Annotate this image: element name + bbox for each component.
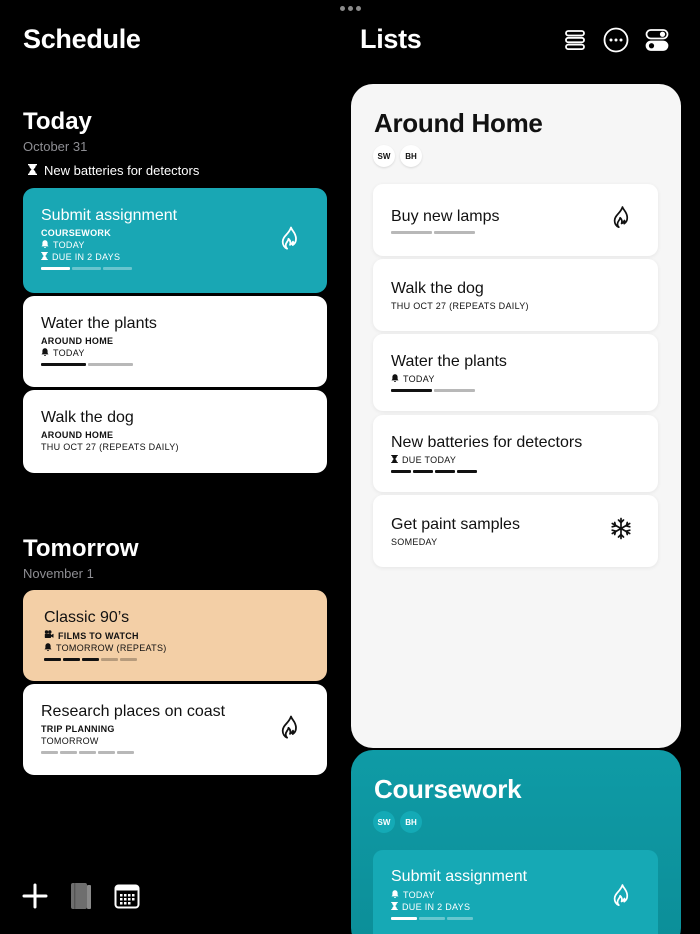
avatar[interactable]: SW	[373, 811, 395, 833]
multitasking-handle[interactable]	[340, 6, 361, 11]
progress-bar	[391, 231, 640, 234]
bell-icon	[391, 374, 399, 384]
schedule-card-research-coast[interactable]: Research places on coast TRIP PLANNING T…	[23, 684, 327, 775]
tomorrow-heading: Tomorrow	[23, 535, 139, 562]
flame-icon	[613, 884, 632, 912]
stack-view-icon[interactable]	[561, 26, 588, 53]
card-reminder: TOMORROW (REPEATS)	[56, 643, 167, 653]
item-title: Water the plants	[391, 353, 507, 370]
card-title: Classic 90’s	[44, 609, 130, 626]
list-item-water-plants[interactable]: Water the plants TODAY	[373, 334, 658, 411]
card-reminder: TODAY	[53, 240, 85, 250]
more-options-icon[interactable]	[602, 26, 629, 53]
item-meta: DUE TODAY	[402, 455, 457, 465]
schedule-card-submit-assignment[interactable]: Submit assignment COURSEWORK TODAY DUE I…	[23, 188, 327, 293]
add-icon[interactable]	[22, 883, 48, 914]
card-list: TRIP PLANNING	[41, 724, 115, 734]
progress-bar	[44, 658, 309, 661]
today-date: October 31	[23, 139, 88, 154]
snowflake-icon	[610, 517, 632, 545]
list-item-walk-dog[interactable]: Walk the dog THU OCT 27 (REPEATS DAILY)	[373, 259, 658, 331]
item-title: Buy new lamps	[391, 208, 500, 225]
book-icon[interactable]	[70, 882, 92, 915]
avatar[interactable]: BH	[400, 145, 422, 167]
tomorrow-date: November 1	[23, 566, 94, 581]
hourglass-icon	[391, 902, 398, 912]
card-list: AROUND HOME	[41, 430, 114, 440]
flame-icon	[281, 226, 301, 255]
card-list: AROUND HOME	[41, 336, 114, 346]
item-reminder: TODAY	[403, 890, 435, 900]
schedule-card-walk-dog[interactable]: Walk the dog AROUND HOME THU OCT 27 (REP…	[23, 390, 327, 473]
item-title: Submit assignment	[391, 868, 528, 885]
schedule-card-water-plants[interactable]: Water the plants AROUND HOME TODAY	[23, 296, 327, 387]
calendar-icon[interactable]	[114, 883, 140, 914]
flame-icon	[613, 206, 632, 234]
card-list: COURSEWORK	[41, 228, 111, 238]
progress-bar	[41, 363, 309, 366]
bell-icon	[41, 240, 49, 250]
list-around-home[interactable]: Around Home SW BH Buy new lamps Walk the…	[351, 84, 681, 748]
list-coursework[interactable]: Coursework SW BH Submit assignment TODAY…	[351, 750, 681, 934]
list-title: Around Home	[374, 108, 543, 138]
list-item-submit-assignment[interactable]: Submit assignment TODAY DUE IN 2 DAYS	[373, 850, 658, 934]
card-meta: TOMORROW	[41, 736, 99, 746]
bell-icon	[41, 348, 49, 358]
hourglass-icon	[28, 163, 37, 178]
card-title: Research places on coast	[41, 703, 226, 720]
card-list: FILMS TO WATCH	[58, 630, 139, 641]
item-meta: TODAY	[403, 374, 435, 384]
list-item-paint-samples[interactable]: Get paint samples SOMEDAY	[373, 495, 658, 567]
item-due: DUE IN 2 DAYS	[402, 902, 471, 912]
hourglass-icon	[41, 252, 48, 262]
list-title: Coursework	[374, 774, 522, 804]
progress-bar	[391, 470, 640, 473]
hourglass-icon	[391, 455, 398, 465]
progress-bar	[391, 917, 640, 920]
item-title: New batteries for detectors	[391, 434, 583, 451]
avatar[interactable]: SW	[373, 145, 395, 167]
progress-bar	[391, 389, 640, 392]
toggles-icon[interactable]	[643, 26, 670, 53]
bell-icon	[391, 890, 399, 900]
film-camera-icon	[44, 630, 54, 641]
progress-bar	[41, 267, 309, 270]
card-title: Walk the dog	[41, 409, 134, 426]
standalone-task[interactable]: New batteries for detectors	[28, 163, 199, 178]
schedule-card-classic-90s[interactable]: Classic 90’s FILMS TO WATCH TOMORROW (RE…	[23, 590, 327, 681]
today-heading: Today	[23, 108, 92, 135]
avatar[interactable]: BH	[400, 811, 422, 833]
item-meta: THU OCT 27 (REPEATS DAILY)	[391, 301, 529, 311]
list-item-buy-lamps[interactable]: Buy new lamps	[373, 184, 658, 256]
standalone-task-label: New batteries for detectors	[44, 163, 200, 178]
list-item-new-batteries[interactable]: New batteries for detectors DUE TODAY	[373, 415, 658, 492]
card-reminder: TODAY	[53, 348, 85, 358]
card-due: DUE IN 2 DAYS	[52, 252, 121, 262]
progress-bar	[41, 751, 309, 754]
card-title: Submit assignment	[41, 207, 178, 224]
flame-icon	[281, 715, 301, 744]
bell-icon	[44, 643, 52, 653]
card-title: Water the plants	[41, 315, 157, 332]
lists-title: Lists	[360, 24, 422, 54]
schedule-title: Schedule	[23, 24, 141, 54]
item-title: Get paint samples	[391, 516, 520, 533]
card-meta: THU OCT 27 (REPEATS DAILY)	[41, 442, 179, 452]
item-title: Walk the dog	[391, 280, 484, 297]
item-meta: SOMEDAY	[391, 537, 438, 547]
